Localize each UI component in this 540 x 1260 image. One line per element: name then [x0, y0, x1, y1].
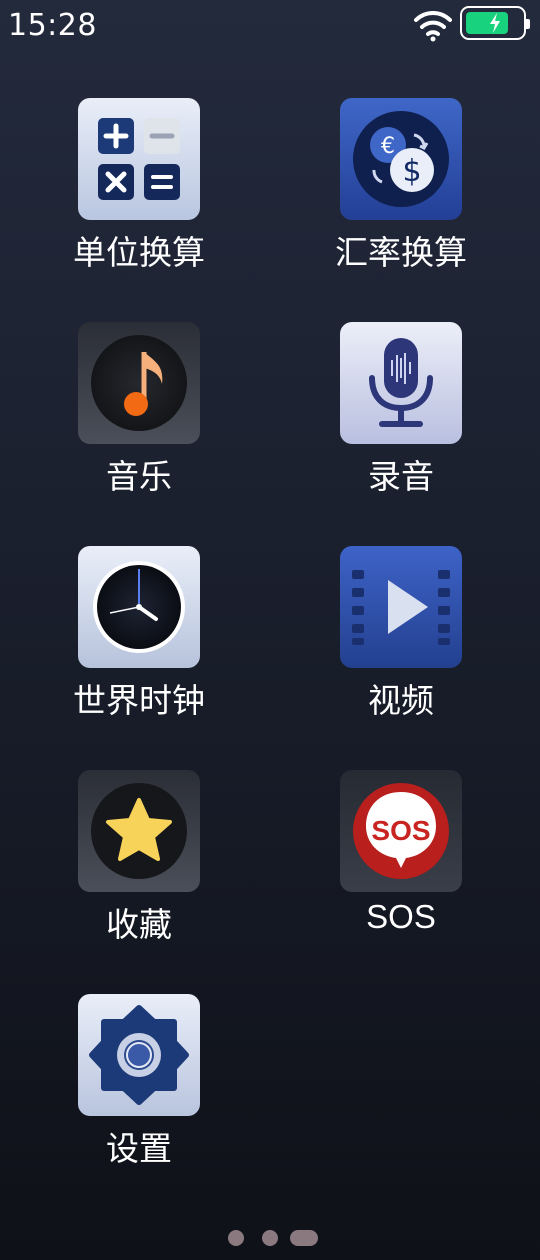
video-play-icon [340, 546, 462, 668]
page-dot[interactable] [228, 1230, 244, 1246]
app-label: 收藏 [106, 905, 172, 944]
sos-icon: SOS [340, 770, 462, 892]
sos-icon-text: SOS [371, 815, 430, 846]
svg-text:€: € [381, 134, 395, 159]
status-bar: 15:28 [0, 0, 540, 52]
app-label: 视频 [368, 681, 434, 720]
app-exchange-rate[interactable]: € $ 汇率换算 [301, 98, 501, 288]
app-world-clock[interactable]: 世界时钟 [39, 546, 239, 736]
currency-exchange-icon: € $ [340, 98, 462, 220]
app-label: 录音 [368, 457, 434, 496]
app-sos[interactable]: SOS SOS [301, 770, 501, 960]
battery-charging-icon [460, 6, 530, 40]
app-label: 世界时钟 [73, 681, 205, 720]
app-label: SOS [366, 898, 436, 935]
charging-bolt-icon [490, 13, 500, 33]
status-time: 15:28 [8, 8, 97, 43]
app-label: 音乐 [106, 457, 172, 496]
wifi-icon [414, 10, 452, 42]
app-recorder[interactable]: 录音 [301, 322, 501, 512]
page-indicator [0, 1228, 540, 1248]
app-unit-conversion[interactable]: 单位换算 [39, 98, 239, 288]
app-music[interactable]: 音乐 [39, 322, 239, 512]
calculator-icon [78, 98, 200, 220]
microphone-icon [340, 322, 462, 444]
app-video[interactable]: 视频 [301, 546, 501, 736]
clock-icon [78, 546, 200, 668]
page-dot-active[interactable] [290, 1230, 318, 1246]
page-dot[interactable] [262, 1230, 278, 1246]
app-label: 汇率换算 [335, 233, 467, 272]
star-icon [78, 770, 200, 892]
app-label: 单位换算 [73, 233, 205, 272]
app-settings[interactable]: 设置 [39, 994, 239, 1184]
svg-text:$: $ [402, 154, 421, 189]
app-favorites[interactable]: 收藏 [39, 770, 239, 960]
app-label: 设置 [106, 1129, 172, 1168]
music-note-icon [78, 322, 200, 444]
settings-gear-icon [78, 994, 200, 1116]
